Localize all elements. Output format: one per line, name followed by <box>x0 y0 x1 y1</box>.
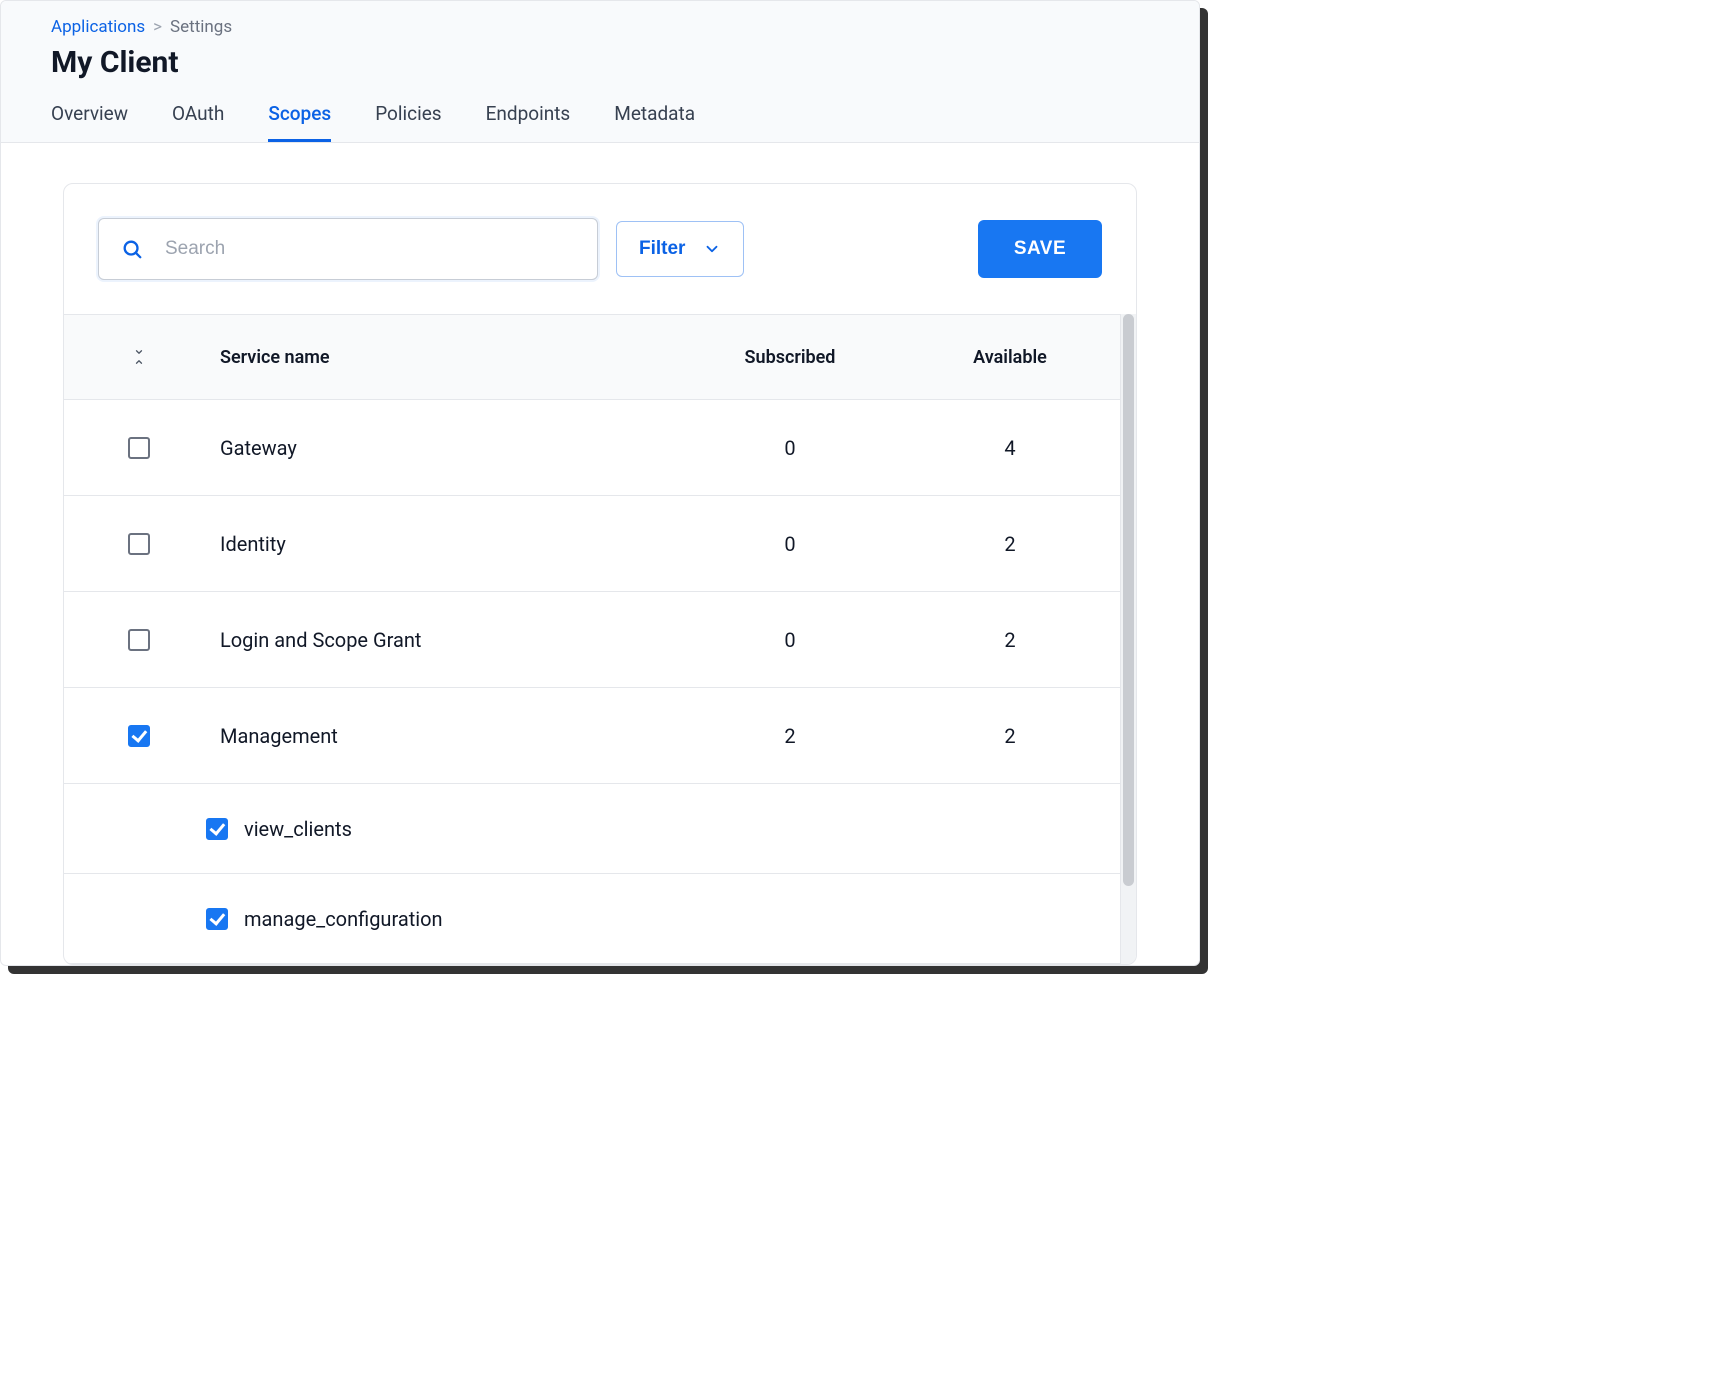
service-checkbox[interactable] <box>128 629 150 651</box>
breadcrumb-current: Settings <box>170 17 232 37</box>
service-checkbox[interactable] <box>128 533 150 555</box>
scope-row[interactable]: manage_configuration <box>64 874 1120 964</box>
search-input[interactable] <box>165 238 575 260</box>
chevron-down-icon <box>703 240 721 258</box>
service-name: Identity <box>214 532 680 556</box>
service-row[interactable]: Identity 0 2 <box>64 496 1120 592</box>
tab-oauth[interactable]: OAuth <box>172 102 224 142</box>
service-row[interactable]: Login and Scope Grant 0 2 <box>64 592 1120 688</box>
scrollbar-thumb[interactable] <box>1123 314 1134 886</box>
service-row[interactable]: Gateway 0 4 <box>64 400 1120 496</box>
service-available: 2 <box>900 724 1120 748</box>
tab-scopes[interactable]: Scopes <box>268 102 331 142</box>
column-header-subscribed[interactable]: Subscribed <box>680 347 900 368</box>
table-header-row: Service name Subscribed Available <box>64 314 1120 400</box>
breadcrumb: Applications > Settings <box>51 17 1149 37</box>
tab-metadata[interactable]: Metadata <box>614 102 695 142</box>
chevron-down-icon <box>131 347 147 357</box>
tab-bar: Overview OAuth Scopes Policies Endpoints… <box>51 102 1149 142</box>
service-subscribed: 0 <box>680 532 900 556</box>
service-name: Gateway <box>214 436 680 460</box>
service-subscribed: 0 <box>680 628 900 652</box>
scope-name: manage_configuration <box>244 907 443 931</box>
tab-endpoints[interactable]: Endpoints <box>486 102 571 142</box>
content-area: Filter SAVE Service nam <box>1 143 1199 965</box>
vertical-scrollbar[interactable] <box>1120 314 1136 964</box>
service-available: 2 <box>900 532 1120 556</box>
scopes-table: Service name Subscribed Available Gatewa… <box>64 314 1136 964</box>
search-icon <box>121 238 143 260</box>
service-row[interactable]: Management 2 2 <box>64 688 1120 784</box>
service-checkbox[interactable] <box>128 437 150 459</box>
scope-checkbox[interactable] <box>206 908 228 930</box>
filter-button[interactable]: Filter <box>616 221 744 277</box>
breadcrumb-separator: > <box>153 17 162 37</box>
service-name: Login and Scope Grant <box>214 628 680 652</box>
scope-row[interactable]: view_clients <box>64 784 1120 874</box>
chevron-up-icon <box>131 357 147 367</box>
breadcrumb-root-link[interactable]: Applications <box>51 17 145 37</box>
tab-policies[interactable]: Policies <box>375 102 441 142</box>
scope-name: view_clients <box>244 817 352 841</box>
search-field-wrap[interactable] <box>98 218 598 280</box>
scopes-card: Filter SAVE Service nam <box>63 183 1137 965</box>
service-checkbox[interactable] <box>128 725 150 747</box>
service-available: 2 <box>900 628 1120 652</box>
column-header-service-name[interactable]: Service name <box>214 347 680 368</box>
service-subscribed: 0 <box>680 436 900 460</box>
page-header: Applications > Settings My Client Overvi… <box>1 1 1199 143</box>
tab-overview[interactable]: Overview <box>51 102 128 142</box>
column-header-available[interactable]: Available <box>900 347 1120 368</box>
filter-button-label: Filter <box>639 238 685 260</box>
toolbar: Filter SAVE <box>64 184 1136 314</box>
expand-collapse-all-toggle[interactable] <box>131 347 147 367</box>
page-title: My Client <box>51 45 1149 80</box>
service-subscribed: 2 <box>680 724 900 748</box>
service-name: Management <box>214 724 680 748</box>
scope-checkbox[interactable] <box>206 818 228 840</box>
save-button[interactable]: SAVE <box>978 220 1102 278</box>
settings-window: Applications > Settings My Client Overvi… <box>0 0 1200 966</box>
service-available: 4 <box>900 436 1120 460</box>
